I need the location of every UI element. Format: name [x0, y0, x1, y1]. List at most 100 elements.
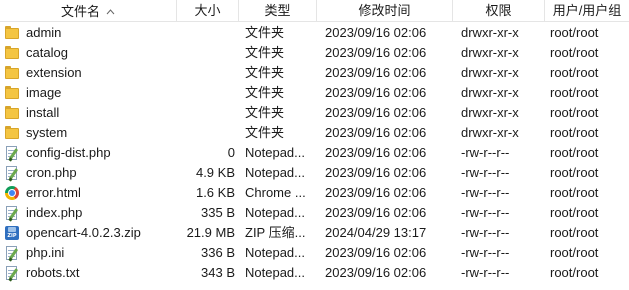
file-row[interactable]: image 文件夹 2023/09/16 02:06 drwxr-xr-x root/r… [0, 83, 629, 103]
file-name-cell: php.ini [4, 243, 176, 263]
file-row[interactable]: php.ini 336 B Notepad... 2023/09/16 02:06 -r… [0, 243, 629, 263]
file-owner: root/root [550, 45, 599, 60]
file-permissions: -rw-r--r-- [461, 145, 510, 160]
file-name: image [26, 85, 62, 100]
file-type: Notepad... [245, 265, 305, 280]
zip-archive-icon: ZIP [4, 225, 20, 241]
file-type: Notepad... [245, 205, 305, 220]
file-name: index.php [26, 205, 83, 220]
file-owner: root/root [550, 165, 599, 180]
folder-icon [4, 125, 20, 141]
file-size: 4.9 KB [195, 165, 235, 180]
file-type: 文件夹 [245, 45, 285, 60]
file-list-pane: 文件名 大小 类型 修改时间 权限 用户/用户组 admin 文件夹 2023/09… [0, 0, 629, 290]
column-header-owner-label: 用户/用户组 [552, 3, 622, 18]
file-permissions: drwxr-xr-x [461, 125, 519, 140]
file-name-cell: robots.txt [4, 263, 176, 283]
file-name-cell: ZIP opencart-4.0.2.3.zip [4, 223, 176, 243]
file-permissions: -rw-r--r-- [461, 205, 510, 220]
file-name: catalog [26, 45, 68, 60]
file-type: 文件夹 [245, 25, 285, 40]
file-row[interactable]: admin 文件夹 2023/09/16 02:06 drwxr-xr-x root/r… [0, 23, 629, 43]
file-name-cell: install [4, 103, 176, 123]
file-modified-time: 2023/09/16 02:06 [325, 185, 427, 200]
notepad-file-icon [4, 145, 20, 162]
file-name-cell: index.php [4, 203, 176, 223]
folder-icon [4, 65, 20, 81]
file-size: 1.6 KB [195, 185, 235, 200]
file-permissions: -rw-r--r-- [461, 165, 510, 180]
file-modified-time: 2023/09/16 02:06 [325, 105, 427, 120]
file-type: 文件夹 [245, 105, 285, 120]
file-size [178, 123, 235, 143]
column-header-type-label: 类型 [264, 3, 291, 18]
file-type: Notepad... [245, 165, 305, 180]
file-name: opencart-4.0.2.3.zip [26, 225, 141, 240]
file-list: admin 文件夹 2023/09/16 02:06 drwxr-xr-x root/r… [0, 23, 629, 283]
file-row[interactable]: config-dist.php 0 Notepad... 2023/09/16 02:… [0, 143, 629, 163]
file-modified-time: 2023/09/16 02:06 [325, 65, 427, 80]
file-name: robots.txt [26, 265, 80, 280]
column-header-permissions[interactable]: 权限 [453, 0, 545, 22]
file-name-cell: cron.php [4, 163, 176, 183]
file-row[interactable]: error.html 1.6 KB Chrome ... 2023/09/16 02:… [0, 183, 629, 203]
file-row[interactable]: cron.php 4.9 KB Notepad... 2023/09/16 02:06… [0, 163, 629, 183]
folder-icon [4, 85, 20, 101]
column-header-modified[interactable]: 修改时间 [317, 0, 453, 22]
folder-icon [4, 45, 20, 61]
file-permissions: drwxr-xr-x [461, 65, 519, 80]
file-size: 335 B [201, 205, 235, 220]
file-owner: root/root [550, 225, 599, 240]
folder-icon [4, 105, 20, 121]
file-row[interactable]: index.php 335 B Notepad... 2023/09/16 02:06… [0, 203, 629, 223]
file-row[interactable]: ZIP opencart-4.0.2.3.zip 21.9 MB ZIP 压缩... 2… [0, 223, 629, 243]
file-size [178, 63, 235, 83]
notepad-file-icon [4, 165, 20, 182]
file-type: Notepad... [245, 245, 305, 260]
file-type: Notepad... [245, 145, 305, 160]
file-name-cell: extension [4, 63, 176, 83]
file-type: 文件夹 [245, 125, 285, 140]
column-header-permissions-label: 权限 [485, 3, 512, 18]
sort-up-chevron-icon [106, 0, 115, 21]
file-row[interactable]: robots.txt 343 B Notepad... 2023/09/16 02:0… [0, 263, 629, 283]
file-name: admin [26, 25, 62, 40]
file-name: php.ini [26, 245, 65, 260]
file-name-cell: admin [4, 23, 176, 43]
column-header-size[interactable]: 大小 [177, 0, 239, 22]
file-type: ZIP 压缩... [245, 225, 306, 240]
file-owner: root/root [550, 85, 599, 100]
file-modified-time: 2023/09/16 02:06 [325, 125, 427, 140]
column-header-type[interactable]: 类型 [239, 0, 317, 22]
file-owner: root/root [550, 105, 599, 120]
file-owner: root/root [550, 265, 599, 280]
file-row[interactable]: extension 文件夹 2023/09/16 02:06 drwxr-xr-x ro… [0, 63, 629, 83]
file-permissions: -rw-r--r-- [461, 225, 510, 240]
file-name: error.html [26, 185, 81, 200]
notepad-file-icon [4, 205, 20, 222]
file-owner: root/root [550, 65, 599, 80]
file-row[interactable]: catalog 文件夹 2023/09/16 02:06 drwxr-xr-x root… [0, 43, 629, 63]
file-permissions: drwxr-xr-x [461, 45, 519, 60]
file-permissions: drwxr-xr-x [461, 25, 519, 40]
file-name: config-dist.php [26, 145, 111, 160]
file-owner: root/root [550, 145, 599, 160]
column-header-modified-label: 修改时间 [358, 3, 411, 18]
file-permissions: -rw-r--r-- [461, 185, 510, 200]
file-type: 文件夹 [245, 65, 285, 80]
column-header-size-label: 大小 [194, 3, 221, 18]
file-owner: root/root [550, 185, 599, 200]
file-size [178, 23, 235, 43]
notepad-file-icon [4, 245, 20, 262]
file-size: 21.9 MB [186, 225, 235, 240]
file-modified-time: 2023/09/16 02:06 [325, 165, 427, 180]
file-size: 343 B [201, 265, 235, 280]
column-header-owner[interactable]: 用户/用户组 [545, 0, 629, 22]
file-row[interactable]: install 文件夹 2023/09/16 02:06 drwxr-xr-x root… [0, 103, 629, 123]
file-name: cron.php [26, 165, 77, 180]
file-row[interactable]: system 文件夹 2023/09/16 02:06 drwxr-xr-x root/… [0, 123, 629, 143]
column-header-name[interactable]: 文件名 [0, 0, 177, 22]
file-modified-time: 2023/09/16 02:06 [325, 85, 427, 100]
column-header-bar: 文件名 大小 类型 修改时间 权限 用户/用户组 [0, 0, 629, 22]
file-modified-time: 2023/09/16 02:06 [325, 245, 427, 260]
